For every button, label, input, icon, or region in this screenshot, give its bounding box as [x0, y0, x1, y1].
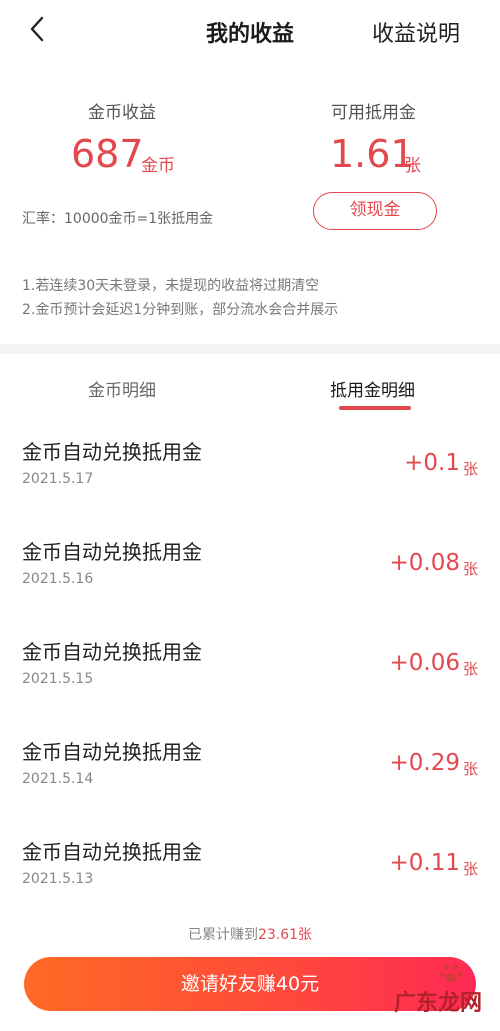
section-divider	[0, 344, 500, 354]
record-title: 金币自动兑换抵用金	[22, 440, 202, 464]
record-title: 金币自动兑换抵用金	[22, 840, 202, 864]
record-date: 2021.5.15	[22, 671, 94, 687]
coins-unit: 金币	[141, 156, 175, 176]
withdraw-cash-button[interactable]: 领现金	[313, 192, 437, 230]
paw-icon	[439, 964, 463, 983]
list-item: 金币自动兑换抵用金 2021.5.17 +0.1 张	[0, 418, 500, 518]
record-list: 金币自动兑换抵用金 2021.5.17 +0.1 张 金币自动兑换抵用金 202…	[0, 418, 500, 918]
tab-voucher-details[interactable]: 抵用金明细	[330, 376, 415, 401]
record-title: 金币自动兑换抵用金	[22, 740, 202, 764]
exchange-rate: 汇率：10000金币=1张抵用金	[22, 211, 214, 227]
record-unit: 张	[462, 860, 478, 878]
record-unit: 张	[462, 560, 478, 578]
record-title: 金币自动兑换抵用金	[22, 640, 202, 664]
list-item: 金币自动兑换抵用金 2021.5.15 +0.06 张	[0, 618, 500, 718]
record-unit: 张	[462, 660, 478, 678]
earnings-page: 我的收益 收益说明 金币收益 可用抵用金 687 金币 1.61 张 汇率：10…	[0, 0, 500, 1031]
record-amount: +0.06	[389, 650, 460, 676]
tab-coin-details[interactable]: 金币明细	[88, 376, 156, 401]
total-earned: 已累计赚到23.61张	[0, 924, 500, 944]
record-amount: +0.29	[389, 750, 460, 776]
record-date: 2021.5.13	[22, 871, 94, 887]
record-date: 2021.5.14	[22, 771, 94, 787]
watermark: 广东龙网	[393, 990, 482, 1016]
record-amount: +0.08	[389, 550, 460, 576]
record-amount: +0.1	[404, 450, 460, 476]
notes: 1.若连续30天未登录，未提现的收益将过期清空 2.金币预计会延迟1分钟到账，部…	[22, 274, 338, 322]
active-tab-indicator	[339, 406, 411, 410]
record-title: 金币自动兑换抵用金	[22, 540, 202, 564]
note-line: 2.金币预计会延迟1分钟到账，部分流水会合并展示	[22, 302, 339, 318]
coins-value: 687	[71, 132, 144, 176]
voucher-unit: 张	[404, 156, 421, 176]
earnings-summary: 金币收益 可用抵用金 687 金币 1.61 张 汇率：10000金币=1张抵用…	[0, 62, 500, 344]
list-item: 金币自动兑换抵用金 2021.5.16 +0.08 张	[0, 518, 500, 618]
record-date: 2021.5.17	[22, 471, 94, 487]
record-amount: +0.11	[389, 850, 460, 876]
list-item: 金币自动兑换抵用金 2021.5.14 +0.29 张	[0, 718, 500, 818]
note-line: 1.若连续30天未登录，未提现的收益将过期清空	[22, 278, 320, 294]
header: 我的收益 收益说明	[0, 0, 500, 62]
total-value: 23.61张	[257, 927, 313, 943]
record-date: 2021.5.16	[22, 571, 94, 587]
voucher-label: 可用抵用金	[331, 103, 416, 123]
total-prefix: 已累计赚到	[187, 927, 258, 943]
earnings-explain-link[interactable]: 收益说明	[372, 16, 460, 48]
record-unit: 张	[462, 760, 478, 778]
detail-tabs: 金币明细 抵用金明细	[0, 354, 500, 418]
list-item: 金币自动兑换抵用金 2021.5.13 +0.11 张	[0, 818, 500, 918]
record-unit: 张	[462, 460, 478, 478]
voucher-value: 1.61	[330, 132, 415, 176]
coins-label: 金币收益	[88, 103, 156, 123]
